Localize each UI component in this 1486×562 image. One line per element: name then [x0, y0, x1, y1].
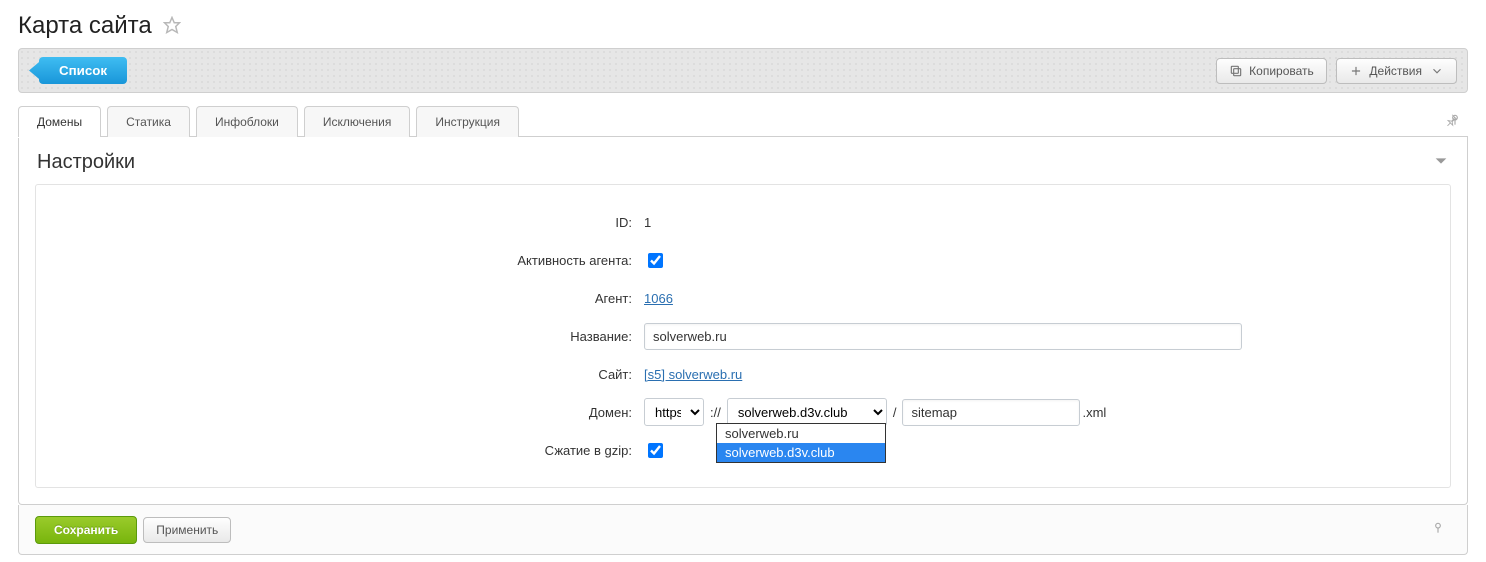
path-separator: /: [893, 405, 897, 420]
name-input[interactable]: [644, 323, 1242, 350]
domain-dropdown-open: solverweb.ru solverweb.d3v.club: [716, 423, 886, 463]
apply-button[interactable]: Применить: [143, 517, 231, 543]
domain-option[interactable]: solverweb.ru: [717, 424, 885, 443]
domain-label: Домен:: [36, 405, 636, 420]
tabs: Домены Статика Инфоблоки Исключения Инст…: [18, 105, 1468, 137]
actions-button-label: Действия: [1369, 64, 1422, 78]
domain-option[interactable]: solverweb.d3v.club: [717, 443, 885, 462]
protocol-separator: ://: [710, 405, 721, 420]
content-panel: Настройки ID: 1 Активность агента: Агент…: [18, 137, 1468, 505]
tab-exclusions[interactable]: Исключения: [304, 106, 411, 137]
chevron-down-icon: [1430, 64, 1444, 78]
copy-icon: [1229, 64, 1243, 78]
path-input[interactable]: [902, 399, 1080, 426]
protocol-select[interactable]: https: [644, 398, 704, 426]
path-suffix: .xml: [1082, 405, 1106, 420]
plus-icon: [1349, 64, 1363, 78]
pin-icon[interactable]: [1438, 107, 1468, 136]
toolbar: Список Копировать Действия: [18, 48, 1468, 93]
name-label: Название:: [36, 329, 636, 344]
copy-button[interactable]: Копировать: [1216, 58, 1327, 84]
tab-instruction[interactable]: Инструкция: [416, 106, 519, 137]
actions-button[interactable]: Действия: [1336, 58, 1457, 84]
section-title: Настройки: [37, 151, 135, 174]
tab-domains[interactable]: Домены: [18, 106, 101, 137]
agent-label: Агент:: [36, 291, 636, 306]
site-label: Сайт:: [36, 367, 636, 382]
pin-icon[interactable]: [1425, 515, 1451, 544]
gzip-label: Сжатие в gzip:: [36, 443, 636, 458]
collapse-icon[interactable]: [1433, 153, 1449, 172]
agent-active-checkbox[interactable]: [648, 253, 663, 268]
agent-active-label: Активность агента:: [36, 253, 636, 268]
tab-infoblocks[interactable]: Инфоблоки: [196, 106, 298, 137]
copy-button-label: Копировать: [1249, 64, 1314, 78]
star-icon[interactable]: [163, 16, 181, 37]
gzip-checkbox[interactable]: [648, 443, 663, 458]
id-value: 1: [636, 215, 1450, 230]
footer-actions: Сохранить Применить: [18, 505, 1468, 555]
domain-select[interactable]: solverweb.d3v.club: [727, 398, 887, 426]
site-link[interactable]: [s5] solverweb.ru: [644, 367, 742, 382]
id-label: ID:: [36, 215, 636, 230]
page-title: Карта сайта: [18, 12, 152, 40]
save-button[interactable]: Сохранить: [35, 516, 137, 544]
tab-static[interactable]: Статика: [107, 106, 190, 137]
agent-link[interactable]: 1066: [644, 291, 673, 306]
list-button[interactable]: Список: [39, 57, 127, 84]
settings-form: ID: 1 Активность агента: Агент: 1066 Наз…: [35, 184, 1451, 488]
